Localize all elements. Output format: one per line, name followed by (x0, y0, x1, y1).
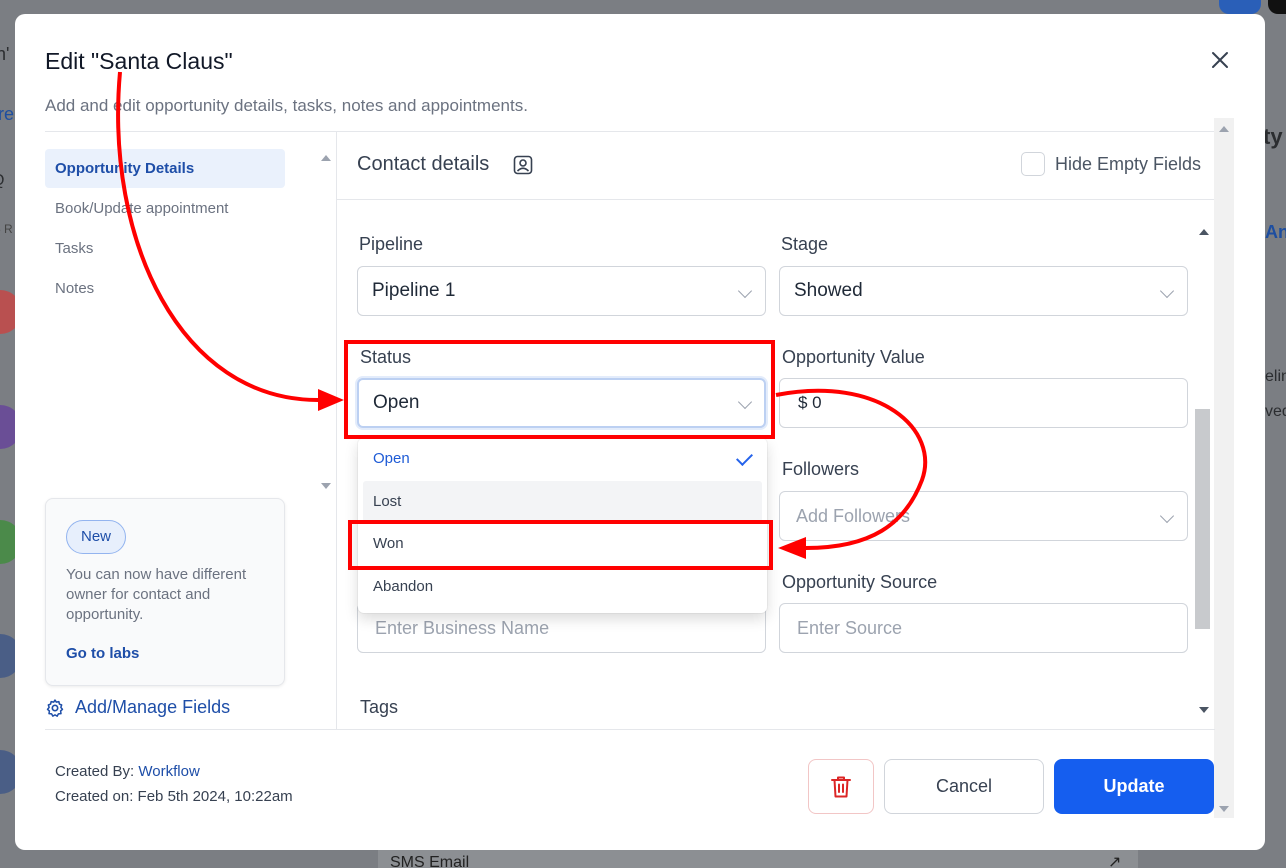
delete-button[interactable] (808, 759, 874, 814)
checkmark-icon (736, 449, 753, 466)
section-title: Contact details (357, 153, 490, 175)
scroll-up-icon[interactable] (321, 155, 331, 161)
business-name-placeholder: Enter Business Name (375, 618, 550, 638)
option-label: Open (373, 450, 410, 467)
pipeline-value: Pipeline 1 (372, 280, 456, 301)
chevron-down-icon (1159, 508, 1175, 524)
section-divider (337, 199, 1215, 200)
background-text: Q (0, 172, 4, 190)
opportunity-source-label: Opportunity Source (782, 572, 938, 592)
promo-text: You can now have different owner for con… (66, 566, 247, 623)
modal-title: Edit "Santa Claus" (45, 48, 233, 74)
cancel-button[interactable]: Cancel (884, 759, 1044, 814)
sidebar-item-opportunity-details[interactable]: Opportunity Details (45, 149, 285, 188)
status-dropdown-menu: Open Lost Won Abandon (358, 438, 767, 613)
background-text: 5 R (0, 222, 13, 236)
chevron-down-icon (1159, 283, 1175, 299)
background-text: n' (0, 44, 10, 64)
background-text: ty (1263, 124, 1283, 149)
status-option-open[interactable]: Open (363, 438, 762, 479)
modal-subtitle: Add and edit opportunity details, tasks,… (45, 96, 528, 115)
hide-empty-fields-checkbox[interactable] (1021, 152, 1045, 176)
stage-select[interactable]: Showed (779, 266, 1188, 316)
hide-empty-fields-label: Hide Empty Fields (1055, 154, 1202, 174)
update-button[interactable]: Update (1054, 759, 1214, 814)
chevron-down-icon (737, 283, 753, 299)
trash-icon (831, 776, 851, 798)
header-divider (45, 131, 1215, 132)
background-text: re (0, 104, 15, 124)
background-text: An (1265, 222, 1286, 242)
opportunity-value-input[interactable]: $ 0 (779, 378, 1188, 428)
status-label: Status (360, 347, 412, 367)
sidebar-scrollbar[interactable] (316, 149, 336, 495)
scroll-up-icon[interactable] (1199, 229, 1209, 235)
sidebar-item-book-appointment[interactable]: Book/Update appointment (45, 189, 285, 228)
pipeline-select[interactable]: Pipeline 1 (357, 266, 766, 316)
scroll-up-icon[interactable] (1219, 126, 1229, 132)
tags-label: Tags (360, 697, 399, 717)
scroll-down-icon[interactable] (321, 483, 331, 489)
stage-label: Stage (781, 234, 829, 254)
chevron-down-icon (737, 394, 753, 410)
external-link-icon: ↗ (1108, 854, 1122, 868)
followers-select[interactable]: Add Followers (779, 491, 1188, 541)
close-icon (1212, 52, 1228, 68)
background-bottom-bar: SMS Email ↗ (378, 848, 1138, 868)
background-text: elin (1265, 368, 1286, 385)
opportunity-value-label: Opportunity Value (782, 347, 925, 367)
stage-value: Showed (794, 280, 863, 301)
status-value: Open (373, 392, 420, 413)
background-widget (1268, 0, 1286, 14)
footer-divider (45, 729, 1215, 730)
created-on: Created on: Feb 5th 2024, 10:22am (55, 788, 293, 805)
followers-placeholder: Add Followers (796, 506, 911, 526)
opportunity-source-placeholder: Enter Source (797, 618, 903, 638)
content-scrollbar[interactable] (1194, 221, 1214, 719)
labs-promo-card: New You can now have different owner for… (45, 498, 285, 686)
scroll-down-icon[interactable] (1219, 806, 1229, 812)
sidebar-item-notes[interactable]: Notes (45, 269, 285, 308)
created-by: Created By: Workflow (55, 763, 200, 780)
scroll-down-icon[interactable] (1199, 707, 1209, 713)
sidebar-item-tasks[interactable]: Tasks (45, 229, 285, 268)
edit-opportunity-modal: Edit "Santa Claus" Add and edit opportun… (15, 14, 1265, 850)
add-manage-fields-label: Add/Manage Fields (75, 697, 231, 717)
gear-icon (46, 699, 64, 717)
chat-widget-icon (1219, 0, 1261, 14)
go-to-labs-link[interactable]: Go to labs (66, 645, 139, 662)
pipeline-label: Pipeline (359, 234, 424, 254)
created-by-link[interactable]: Workflow (138, 763, 199, 780)
status-option-lost[interactable]: Lost (363, 481, 762, 522)
modal-scrollbar[interactable] (1214, 118, 1234, 818)
background-text: SMS Email (390, 854, 470, 868)
contact-card-icon (513, 155, 533, 175)
status-select[interactable]: Open (357, 378, 766, 428)
new-badge: New (66, 520, 127, 554)
opportunity-source-input[interactable]: Enter Source (779, 603, 1188, 653)
opportunity-value-text: $ 0 (798, 393, 822, 412)
followers-label: Followers (782, 459, 860, 479)
sidebar-divider (336, 132, 337, 730)
background-text: ved (1265, 403, 1286, 420)
status-option-won[interactable]: Won (363, 523, 762, 564)
status-option-abandon[interactable]: Abandon (363, 566, 762, 607)
created-by-label: Created By: (55, 763, 139, 780)
scrollbar-thumb[interactable] (1195, 409, 1210, 629)
close-button[interactable] (1208, 48, 1232, 72)
